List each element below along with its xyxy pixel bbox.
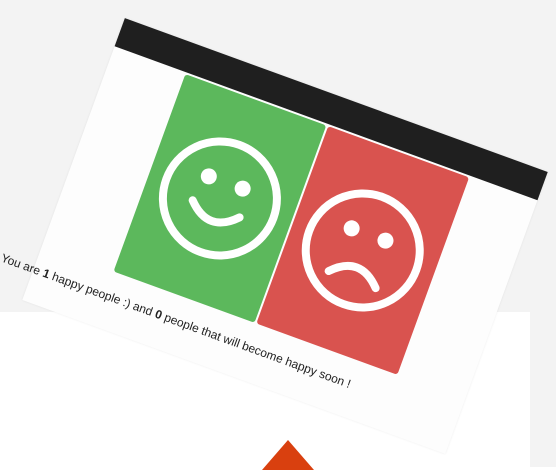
page-background-strip bbox=[530, 0, 556, 467]
orange-triangle-decoration bbox=[262, 440, 314, 470]
smiley-face-icon bbox=[158, 137, 281, 260]
sad-face-icon bbox=[301, 189, 424, 312]
